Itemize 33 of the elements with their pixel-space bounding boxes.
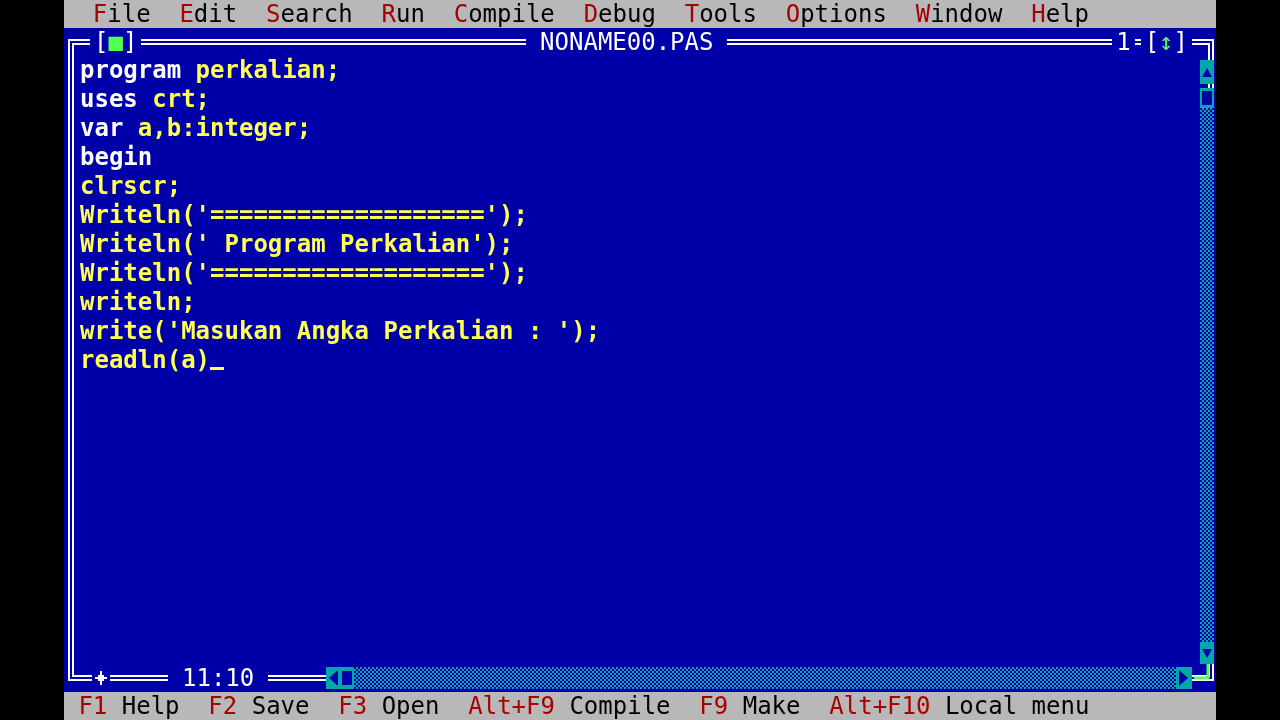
menu-item[interactable]: Window: [915, 0, 1003, 28]
code-line: write('Masukan Angka Perkalian : ');: [80, 317, 602, 346]
status-shortcut[interactable]: F2 Save: [208, 692, 310, 720]
status-shortcut[interactable]: F9 Make: [699, 692, 801, 720]
code-line: clrscr;: [80, 172, 183, 201]
code-line: program perkalian;: [80, 56, 342, 85]
code-line: Writeln('===================');: [80, 259, 529, 288]
close-box[interactable]: [■]: [90, 28, 142, 56]
zoom-box[interactable]: [↕]: [1140, 28, 1192, 56]
scroll-thumb-icon[interactable]: [342, 671, 353, 685]
code-line: writeln;: [80, 288, 197, 317]
menu-item[interactable]: Edit: [179, 0, 238, 28]
horizontal-scrollbar[interactable]: [326, 667, 1192, 689]
code-line: begin: [80, 143, 154, 172]
status-shortcut[interactable]: Alt+F10 Local menu: [829, 692, 1090, 720]
status-shortcut[interactable]: F1 Help: [78, 692, 180, 720]
code-line: Writeln(' Program Perkalian');: [80, 230, 515, 259]
menu-item[interactable]: Run: [381, 0, 425, 28]
code-line: Writeln('===================');: [80, 201, 529, 230]
menu-item[interactable]: Compile: [453, 0, 555, 28]
menu-item[interactable]: Tools: [684, 0, 757, 28]
status-shortcut[interactable]: F3 Open: [338, 692, 440, 720]
code-line: var a,b:integer;: [80, 114, 313, 143]
scroll-thumb-icon[interactable]: [1202, 91, 1212, 105]
status-shortcut[interactable]: Alt+F9 Compile: [468, 692, 671, 720]
menu-item[interactable]: Search: [266, 0, 353, 28]
menu-item[interactable]: File: [92, 0, 151, 28]
code-line: readln(a): [80, 346, 1200, 375]
menu-item[interactable]: Debug: [583, 0, 656, 28]
text-cursor: [210, 367, 225, 370]
menu-item[interactable]: Options: [785, 0, 887, 28]
menu-item[interactable]: Help: [1031, 0, 1089, 28]
code-line: uses crt;: [80, 85, 212, 114]
